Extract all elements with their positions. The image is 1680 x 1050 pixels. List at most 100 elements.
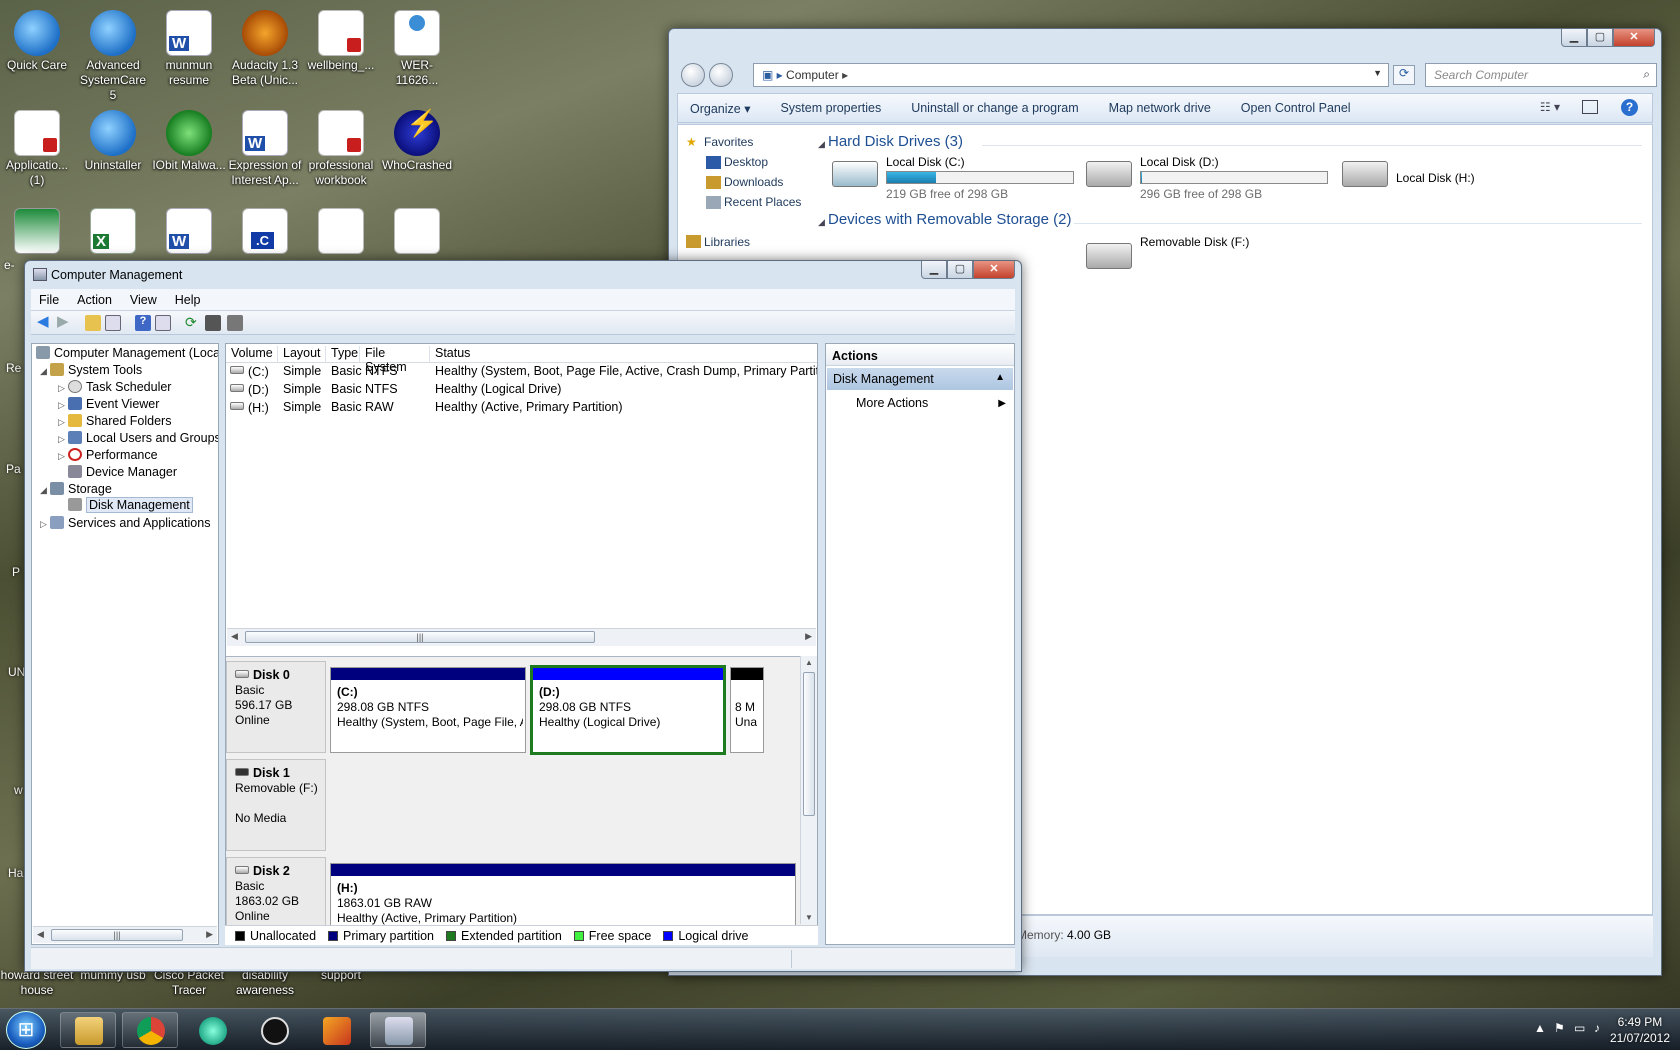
tree-shared-folders[interactable]: ▷ Shared Folders xyxy=(58,414,171,428)
desktop-icon-wer[interactable]: WER-11626... xyxy=(380,10,454,88)
start-button[interactable]: ⊞ xyxy=(6,1011,46,1049)
tree-disk-management[interactable]: Disk Management xyxy=(68,497,193,513)
taskbar-explorer[interactable] xyxy=(60,1012,116,1048)
help-icon[interactable]: ? xyxy=(1621,99,1638,116)
nav-libraries[interactable]: Libraries xyxy=(704,235,750,249)
more-actions-item[interactable]: More Actions xyxy=(856,396,928,410)
collapse-icon[interactable]: ◢ xyxy=(818,139,825,150)
expand-icon[interactable]: ▷ xyxy=(58,451,68,462)
expand-icon[interactable]: ▷ xyxy=(58,400,68,411)
removable-storage-header[interactable]: Devices with Removable Storage (2) xyxy=(828,211,1071,228)
desktop-icon-c-file[interactable] xyxy=(228,208,302,256)
search-input[interactable]: Search Computer ⌕ xyxy=(1425,63,1657,87)
maximize-button[interactable]: ▢ xyxy=(1587,29,1613,47)
desktop-label-disability[interactable]: disability awareness xyxy=(228,968,302,998)
partition-unallocated[interactable]: 8 M Una xyxy=(730,667,764,753)
desktop-icon-text-doc-2[interactable] xyxy=(380,208,454,256)
removable-disk-f[interactable]: Removable Disk (F:) xyxy=(1086,235,1306,275)
view-options-icon[interactable]: ☷ ▾ xyxy=(1540,100,1560,114)
show-action-pane-icon[interactable] xyxy=(155,315,171,331)
back-button[interactable] xyxy=(681,63,705,87)
tree-local-users[interactable]: ▷ Local Users and Groups xyxy=(58,431,218,445)
partition-d[interactable]: (D:) 298.08 GB NTFS Healthy (Logical Drive… xyxy=(530,665,726,755)
show-hidden-icons[interactable]: ▲ xyxy=(1534,1021,1548,1035)
tree-services-applications[interactable]: ▷ Services and Applications xyxy=(40,516,210,530)
drive-c[interactable]: Local Disk (C:) 219 GB free of 298 GB xyxy=(832,155,1082,205)
scroll-right-icon[interactable]: ▶ xyxy=(206,929,213,940)
collapse-up-icon[interactable]: ▲ xyxy=(995,372,1005,383)
system-properties-button[interactable]: System properties xyxy=(780,101,881,115)
desktop-label-howard-street[interactable]: howard street house xyxy=(0,968,74,998)
volume-icon[interactable]: ♪ xyxy=(1594,1021,1608,1035)
open-control-panel-button[interactable]: Open Control Panel xyxy=(1241,101,1351,115)
help-icon[interactable]: ? xyxy=(135,315,151,331)
disk-1-label[interactable]: Disk 1 Removable (F:) No Media xyxy=(226,759,326,851)
volume-row[interactable]: (D:) Simple Basic NTFS Healthy (Logical … xyxy=(226,381,817,399)
tree-task-scheduler[interactable]: ▷ Task Scheduler xyxy=(58,380,171,394)
desktop-icon-professional-workbook[interactable]: professional workbook xyxy=(304,110,378,188)
column-file-system[interactable]: File System xyxy=(360,346,430,374)
nav-favorites[interactable]: Favorites xyxy=(704,135,753,149)
taskbar-messenger[interactable] xyxy=(184,1012,240,1048)
desktop-icon-expression-of-interest[interactable]: Expression of Interest Ap... xyxy=(228,110,302,188)
settings-icon[interactable] xyxy=(227,315,243,331)
forward-button[interactable] xyxy=(709,63,733,87)
expand-icon[interactable]: ▷ xyxy=(58,417,68,428)
scroll-down-icon[interactable]: ▼ xyxy=(805,913,813,922)
tree-root[interactable]: Computer Management (Local xyxy=(36,346,218,360)
desktop-icon-etax[interactable] xyxy=(0,208,74,256)
forward-arrow-icon[interactable]: ▶ xyxy=(57,314,73,331)
desktop-icon-audacity[interactable]: Audacity 1.3 Beta (Unic... xyxy=(228,10,302,88)
volume-list-horizontal-scrollbar[interactable]: ◀ ||| ▶ xyxy=(227,628,816,646)
scrollbar-thumb[interactable]: ||| xyxy=(245,631,595,643)
menu-view[interactable]: View xyxy=(130,293,157,307)
show-hide-tree-icon[interactable] xyxy=(105,315,121,331)
address-bar[interactable]: ▣ ▸ Computer ▸ ▼ xyxy=(753,63,1389,87)
close-button[interactable]: ✕ xyxy=(1613,29,1655,47)
desktop-icon-application[interactable]: Applicatio... (1) xyxy=(0,110,74,188)
tree-system-tools[interactable]: ◢ System Tools xyxy=(40,363,142,377)
up-folder-icon[interactable] xyxy=(85,315,101,331)
drive-d[interactable]: Local Disk (D:) 296 GB free of 298 GB xyxy=(1086,155,1336,205)
drive-h[interactable]: Local Disk (H:) xyxy=(1342,155,1542,205)
column-status[interactable]: Status xyxy=(430,346,817,362)
volume-row[interactable]: (C:) Simple Basic NTFS Healthy (System, … xyxy=(226,363,817,381)
desktop-icon-whocrashed[interactable]: WhoCrashed xyxy=(380,110,454,173)
column-type[interactable]: Type xyxy=(326,346,360,362)
maximize-button[interactable]: ▢ xyxy=(947,261,973,279)
volume-row[interactable]: (H:) Simple Basic RAW Healthy (Active, P… xyxy=(226,399,817,417)
hard-disk-drives-header[interactable]: Hard Disk Drives (3) xyxy=(828,133,963,150)
scrollbar-thumb[interactable]: ||| xyxy=(51,929,183,941)
expand-icon[interactable]: ▷ xyxy=(58,383,68,394)
action-center-flag-icon[interactable]: ⚑ xyxy=(1554,1021,1568,1035)
scroll-right-icon[interactable]: ▶ xyxy=(805,631,812,642)
desktop-icon-quick-care[interactable]: Quick Care xyxy=(0,10,74,73)
search-icon[interactable]: ⌕ xyxy=(1643,67,1650,82)
desktop-icon-advanced-systemcare[interactable]: Advanced SystemCare 5 xyxy=(76,10,150,103)
disk-0-label[interactable]: Disk 0 Basic 596.17 GB Online xyxy=(226,661,326,753)
desktop-label-cisco[interactable]: Cisco Packet Tracer xyxy=(152,968,226,998)
tree-horizontal-scrollbar[interactable]: ◀ ||| ▶ xyxy=(33,926,217,943)
scroll-left-icon[interactable]: ◀ xyxy=(231,631,238,642)
clock[interactable]: 6:49 PM 21/07/2012 xyxy=(1610,1014,1670,1046)
refresh-icon[interactable]: ⟳ xyxy=(1393,65,1415,85)
scroll-up-icon[interactable]: ▲ xyxy=(805,658,813,667)
tree-event-viewer[interactable]: ▷ Event Viewer xyxy=(58,397,159,411)
expand-icon[interactable]: ▷ xyxy=(58,434,68,445)
organize-button[interactable]: Organize ▾ xyxy=(690,101,750,116)
network-icon[interactable]: ▭ xyxy=(1574,1021,1588,1035)
desktop-icon-iobit[interactable]: IObit Malwa... xyxy=(152,110,226,173)
collapse-icon[interactable]: ◢ xyxy=(40,485,50,496)
partition-c[interactable]: (C:) 298.08 GB NTFS Healthy (System, Boot,… xyxy=(330,667,526,753)
properties-icon[interactable] xyxy=(205,315,221,331)
menu-file[interactable]: File xyxy=(39,293,59,307)
map-network-drive-button[interactable]: Map network drive xyxy=(1109,101,1211,115)
scrollbar-thumb[interactable] xyxy=(803,672,815,816)
nav-recent-places[interactable]: Recent Places xyxy=(724,195,801,209)
taskbar-matlab[interactable] xyxy=(308,1012,364,1048)
close-button[interactable]: ✕ xyxy=(973,261,1015,279)
tree-storage[interactable]: ◢ Storage xyxy=(40,482,112,496)
uninstall-program-button[interactable]: Uninstall or change a program xyxy=(911,101,1078,115)
actions-section-disk-management[interactable]: Disk Management ▲ xyxy=(827,368,1013,390)
disk-view-vertical-scrollbar[interactable]: ▲ ▼ xyxy=(800,656,817,924)
